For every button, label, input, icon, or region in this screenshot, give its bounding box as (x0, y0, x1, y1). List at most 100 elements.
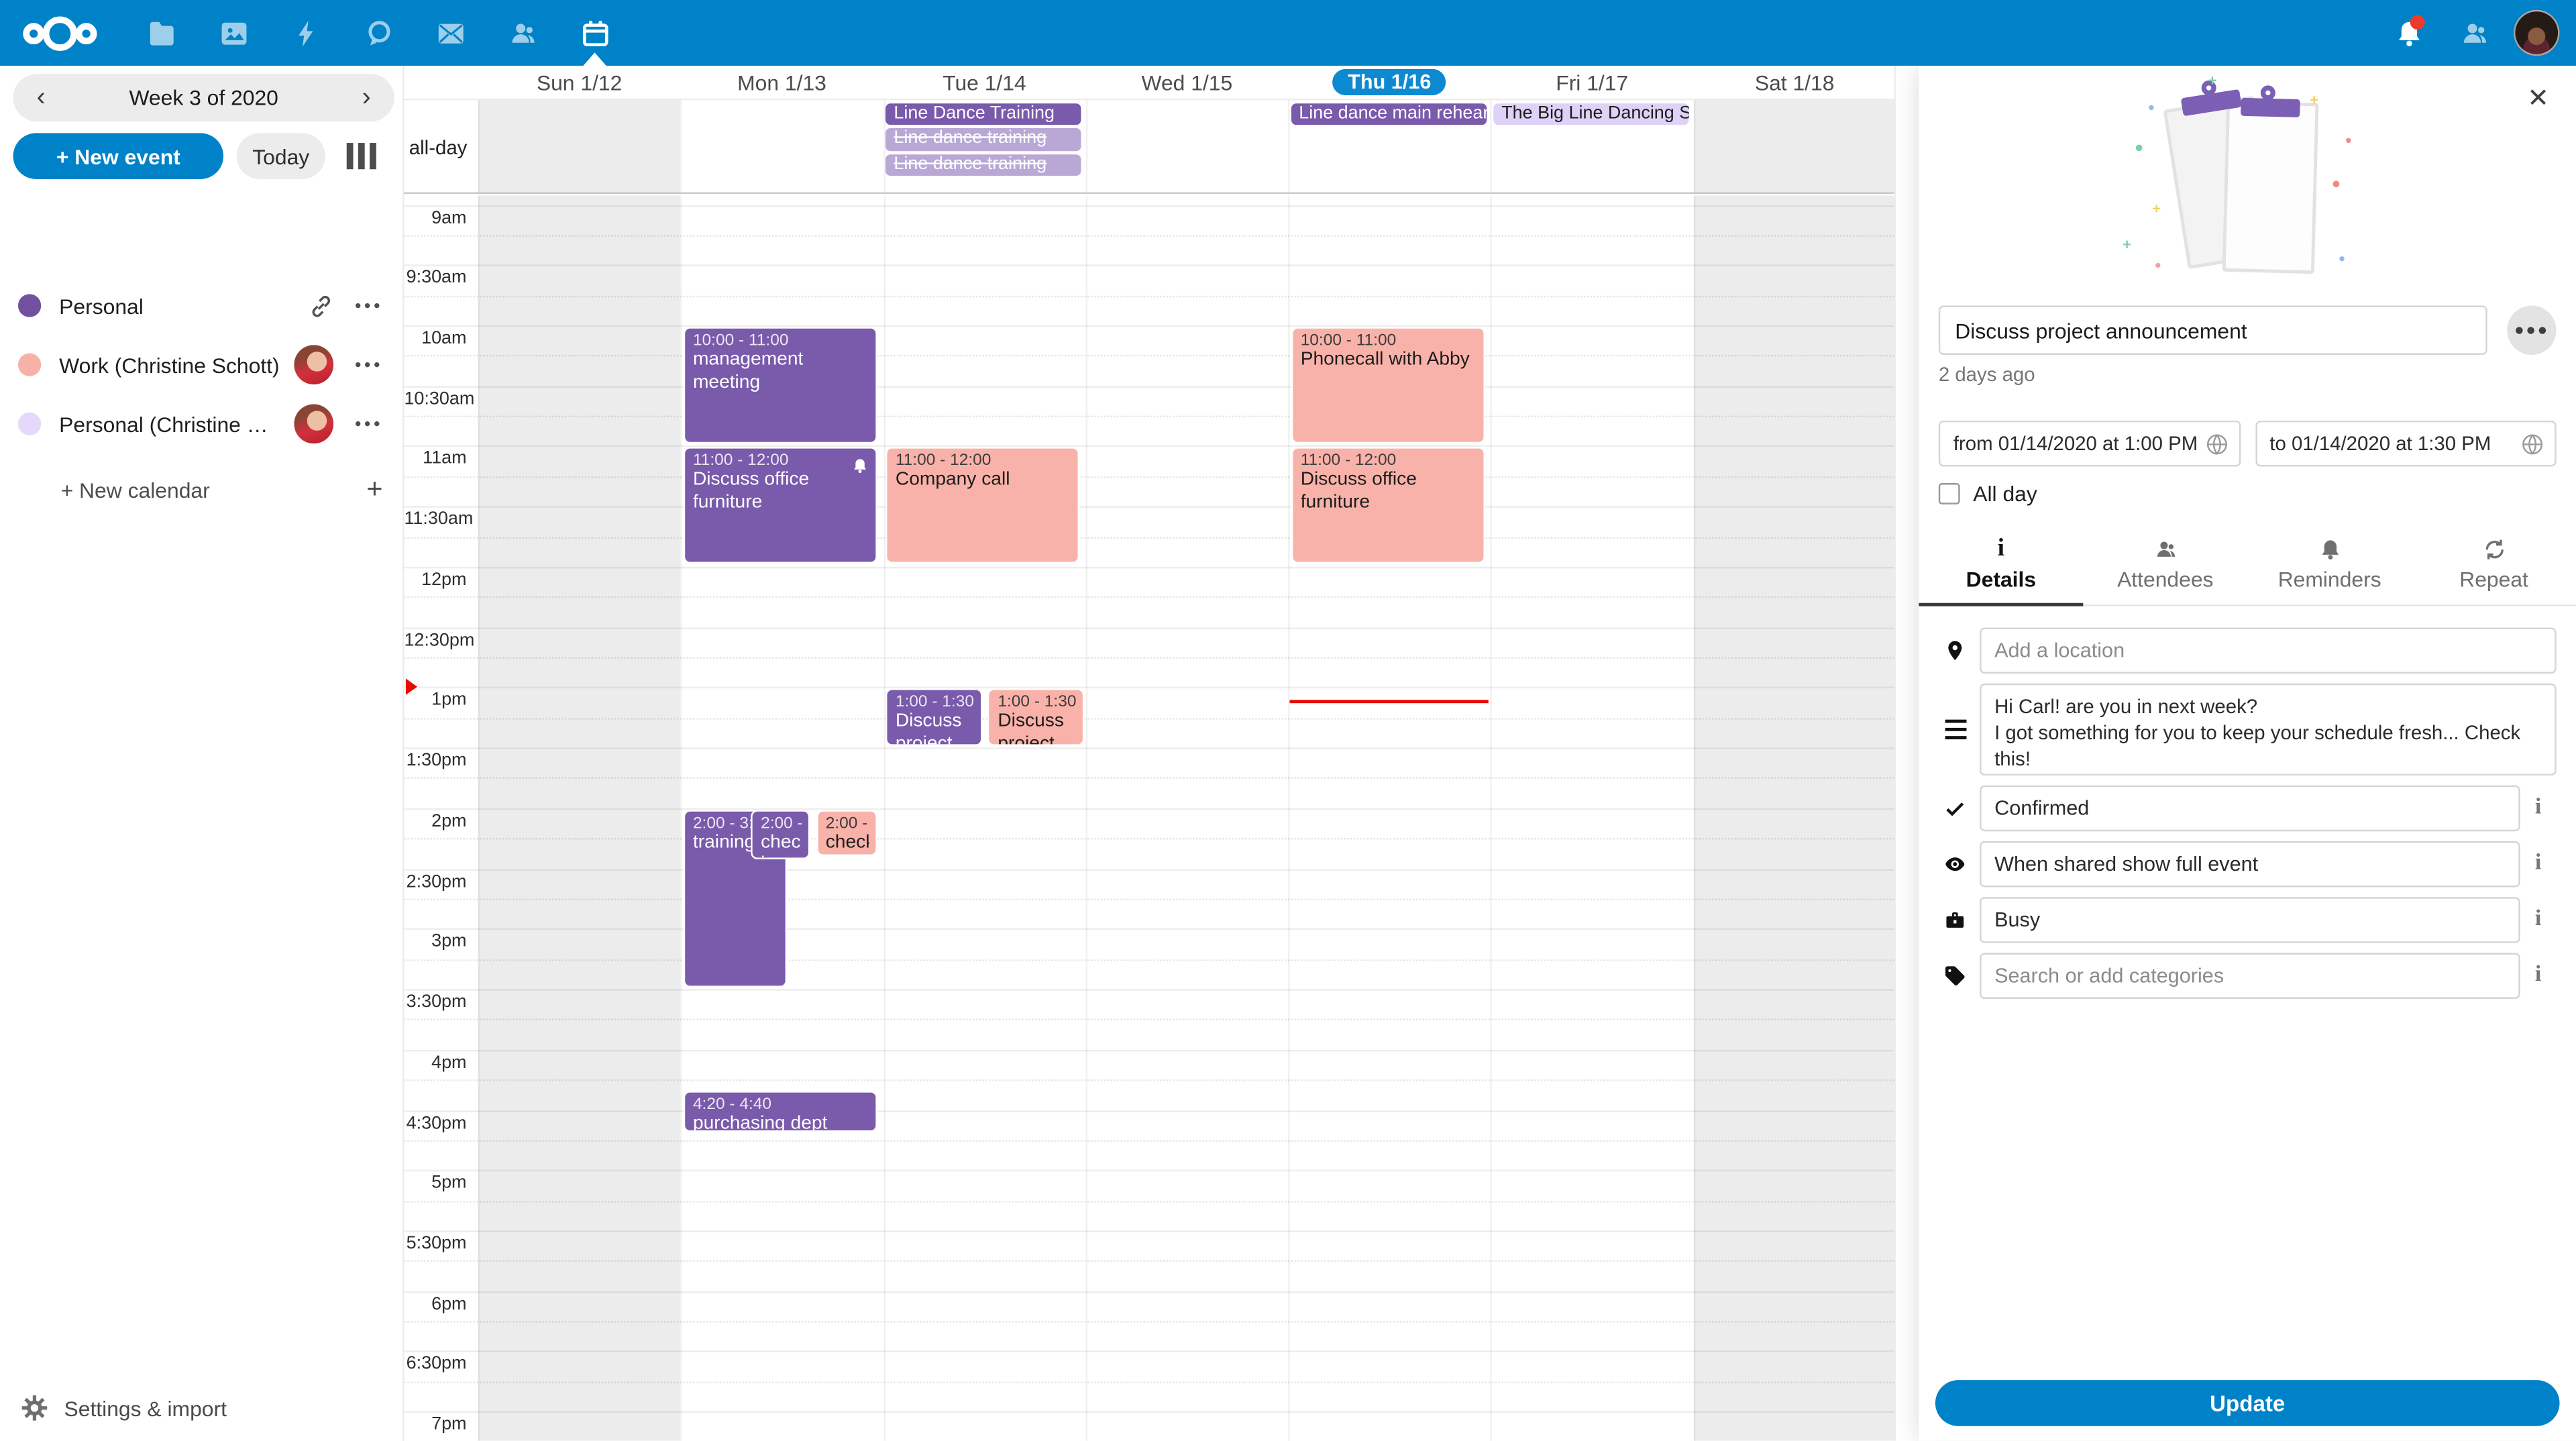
calendar-event[interactable]: 11:00 - 12:00Discuss office furniture (683, 447, 877, 564)
event-title: check-in (826, 833, 869, 856)
share-link-icon[interactable] (309, 293, 333, 318)
all-day-event[interactable]: Line dance main rehearsal (1291, 103, 1487, 125)
last-modified-text: 2 days ago (1939, 363, 2557, 386)
nextcloud-logo-icon[interactable] (10, 0, 115, 66)
calendar-item-actions: ●●● (294, 404, 383, 443)
active-app-indicator (583, 52, 606, 66)
calendar-icon[interactable] (559, 0, 631, 66)
calendar-menu-icon[interactable]: ●●● (355, 300, 383, 311)
week-label[interactable]: Week 3 of 2020 (69, 85, 339, 110)
freebusy-select[interactable] (1980, 897, 2520, 943)
settings-label: Settings & import (64, 1395, 227, 1420)
all-day-event[interactable]: The Big Line Dancing Show (1493, 103, 1689, 125)
description-textarea[interactable]: Hi Carl! are you in next week? I got som… (1980, 684, 2557, 776)
column-divider (1085, 100, 1087, 192)
event-title: Company call (896, 470, 1072, 492)
tab-details[interactable]: iDetails (1919, 531, 2083, 604)
calendar-menu-icon[interactable]: ●●● (355, 418, 383, 429)
previous-week-button[interactable]: ‹ (13, 83, 69, 113)
calendar-event[interactable]: 4:20 - 4:40purchasing dept (683, 1091, 877, 1132)
tab-repeat[interactable]: Repeat (2412, 531, 2576, 604)
calendar-event[interactable]: 10:00 - 11:00Phonecall with Abby (1291, 327, 1485, 443)
day-header[interactable]: Tue 1/14 (883, 66, 1085, 99)
all-day-checkbox-label[interactable]: All day (1973, 482, 2037, 506)
day-header[interactable]: Fri 1/17 (1491, 66, 1693, 99)
contacts-menu-icon[interactable] (2441, 0, 2507, 66)
hour-line (404, 1291, 1894, 1292)
all-day-event[interactable]: Line dance training (885, 128, 1081, 151)
status-select[interactable] (1980, 786, 2520, 832)
calendar-list-item[interactable]: Work (Christine Schott)●●● (0, 335, 402, 394)
week-view-toggle-icon[interactable] (347, 143, 376, 169)
new-calendar-label: + New calendar (61, 477, 367, 502)
sidebar: ‹ Week 3 of 2020 › + New event Today Per… (0, 66, 402, 1441)
column-divider (1288, 100, 1289, 192)
notifications-bell-icon[interactable] (2375, 0, 2441, 66)
weekend-shading (478, 100, 681, 192)
day-header[interactable]: Thu 1/16 (1288, 66, 1491, 99)
start-datetime-field[interactable]: from 01/14/2020 at 1:00 PM (1939, 421, 2240, 467)
event-time: 10:00 - 11:00 (693, 332, 869, 350)
calendar-menu-icon[interactable]: ●●● (355, 359, 383, 370)
photos-icon[interactable] (197, 0, 270, 66)
update-button[interactable]: Update (1935, 1380, 2560, 1426)
hour-line (404, 446, 1894, 447)
tab-attendees[interactable]: Attendees (2083, 531, 2247, 604)
files-icon[interactable] (125, 0, 197, 66)
contacts-icon[interactable] (486, 0, 559, 66)
day-header[interactable]: Wed 1/15 (1085, 66, 1288, 99)
location-input[interactable] (1980, 628, 2557, 674)
hour-line (404, 1230, 1894, 1232)
calendar-event[interactable]: 1:00 - 1:30Discuss project (988, 689, 1083, 745)
next-week-button[interactable]: › (338, 83, 394, 113)
column-divider (478, 100, 480, 192)
more-actions-button[interactable]: ●●● (2507, 306, 2556, 355)
calendar-event[interactable]: 2:00 - 2:20check-in (816, 810, 877, 856)
hour-line (404, 506, 1894, 508)
time-label: 10:30am (404, 389, 466, 409)
all-day-checkbox[interactable] (1939, 483, 1960, 504)
calendar-app: ‹ Week 3 of 2020 › + New event Today Per… (0, 0, 2576, 1441)
hour-line (404, 808, 1894, 810)
end-datetime-field[interactable]: to 01/14/2020 at 1:30 PM (2255, 421, 2556, 467)
visibility-info-icon[interactable]: i (2520, 851, 2557, 877)
status-info-icon[interactable]: i (2520, 795, 2557, 821)
column-divider (883, 100, 884, 192)
time-label: 12pm (404, 570, 466, 590)
mail-icon[interactable] (414, 0, 486, 66)
calendar-list-item[interactable]: Personal●●● (0, 276, 402, 335)
new-event-button[interactable]: + New event (13, 133, 223, 179)
activity-icon[interactable] (270, 0, 342, 66)
categories-info-icon[interactable]: i (2520, 963, 2557, 989)
day-header[interactable]: Mon 1/13 (681, 66, 883, 99)
all-day-event[interactable]: Line Dance Training (885, 103, 1081, 125)
timezone-globe-icon[interactable] (2204, 432, 2229, 457)
calendar-event[interactable]: 11:00 - 12:00Company call (885, 447, 1080, 564)
weekend-shading (478, 195, 681, 1440)
user-avatar[interactable] (2514, 10, 2560, 56)
talk-icon[interactable] (341, 0, 414, 66)
calendar-scrollbar-gutter[interactable] (1894, 66, 1919, 1441)
timezone-globe-icon[interactable] (2520, 432, 2545, 457)
hour-line (404, 325, 1894, 327)
day-header[interactable]: Sat 1/18 (1693, 66, 1896, 99)
categories-tag-icon (1939, 965, 1972, 988)
event-title-input[interactable] (1939, 306, 2487, 355)
settings-and-import[interactable]: Settings & import (0, 1385, 246, 1432)
calendar-event[interactable]: 10:00 - 11:00management meeting (683, 327, 877, 443)
calendar-event[interactable]: 1:00 - 1:30Discuss project announcement (885, 689, 983, 745)
tab-reminders[interactable]: Reminders (2247, 531, 2412, 604)
categories-input[interactable] (1980, 953, 2520, 999)
calendar-list-item[interactable]: Personal (Christine Schott)●●● (0, 394, 402, 453)
day-header[interactable]: Sun 1/12 (478, 66, 681, 99)
hour-line (404, 1049, 1894, 1051)
calendar-event[interactable]: 2:00 - 2:30check-in (751, 810, 810, 860)
today-button[interactable]: Today (237, 133, 325, 179)
freebusy-info-icon[interactable]: i (2520, 907, 2557, 933)
calendar-event[interactable]: 11:00 - 12:00Discuss office furniture (1291, 447, 1485, 564)
close-icon[interactable]: ✕ (2524, 85, 2553, 115)
new-calendar-button[interactable]: + New calendar+ (0, 464, 402, 516)
visibility-select[interactable] (1980, 841, 2520, 888)
all-day-event[interactable]: Line dance training (885, 154, 1081, 176)
calendar-color-dot (18, 354, 41, 376)
